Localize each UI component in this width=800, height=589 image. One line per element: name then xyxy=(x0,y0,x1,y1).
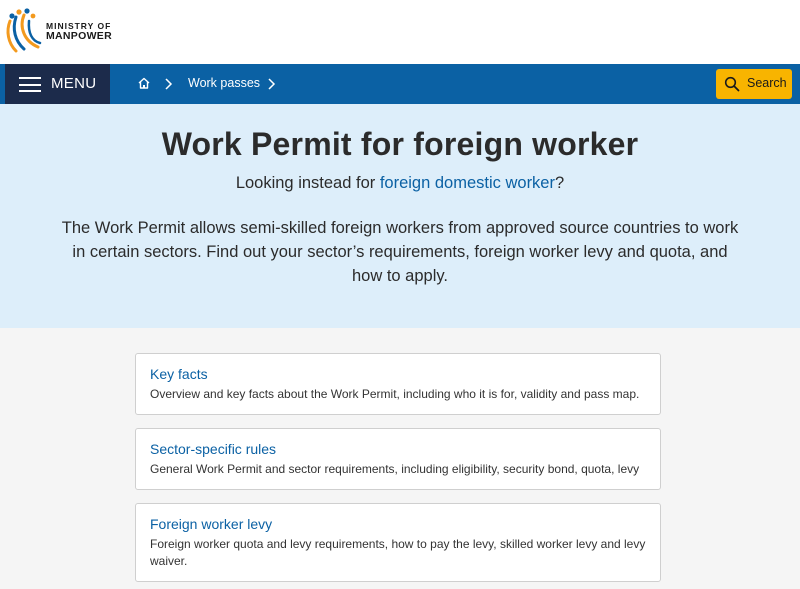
card-description: Foreign worker quota and levy requiremen… xyxy=(150,537,646,568)
card-title[interactable]: Sector-specific rules xyxy=(150,441,646,457)
card-foreign-worker-levy[interactable]: Foreign worker levy Foreign worker quota… xyxy=(135,503,661,582)
card-title[interactable]: Foreign worker levy xyxy=(150,516,646,532)
breadcrumb-work-passes[interactable]: Work passes xyxy=(188,76,260,90)
nav-bar: MENU Work passes Search xyxy=(0,64,800,104)
logo-text: MINISTRY OF MANPOWER xyxy=(46,22,112,42)
search-icon xyxy=(724,76,740,92)
logo-line-2: MANPOWER xyxy=(46,29,112,42)
card-sector-specific-rules[interactable]: Sector-specific rules General Work Permi… xyxy=(135,428,661,490)
chevron-right-icon xyxy=(165,78,173,90)
home-icon[interactable] xyxy=(137,76,151,90)
card-title[interactable]: Key facts xyxy=(150,366,646,382)
search-label: Search xyxy=(747,76,787,90)
chevron-right-icon xyxy=(268,78,276,90)
card-key-facts[interactable]: Key facts Overview and key facts about t… xyxy=(135,353,661,415)
menu-label: MENU xyxy=(51,75,97,92)
card-description: General Work Permit and sector requireme… xyxy=(150,462,640,476)
mom-logo[interactable]: MINISTRY OF MANPOWER xyxy=(4,6,116,58)
menu-button[interactable]: MENU xyxy=(5,64,110,104)
hamburger-icon xyxy=(19,77,41,92)
mom-logo-icon xyxy=(6,8,42,53)
alt-suffix: ? xyxy=(554,174,565,192)
hero-description: The Work Permit allows semi-skilled fore… xyxy=(61,219,739,285)
alternative-prompt: Looking instead for foreign domestic wor… xyxy=(0,174,800,193)
hero-banner: Work Permit for foreign worker Looking i… xyxy=(0,104,800,328)
top-bar: MINISTRY OF MANPOWER xyxy=(0,0,800,64)
alt-prefix: Looking instead for xyxy=(235,174,380,192)
foreign-domestic-worker-link[interactable]: foreign domestic worker xyxy=(380,174,555,192)
page-title: Work Permit for foreign worker xyxy=(161,126,639,162)
search-button[interactable]: Search xyxy=(716,69,792,99)
card-description: Overview and key facts about the Work Pe… xyxy=(150,387,640,401)
